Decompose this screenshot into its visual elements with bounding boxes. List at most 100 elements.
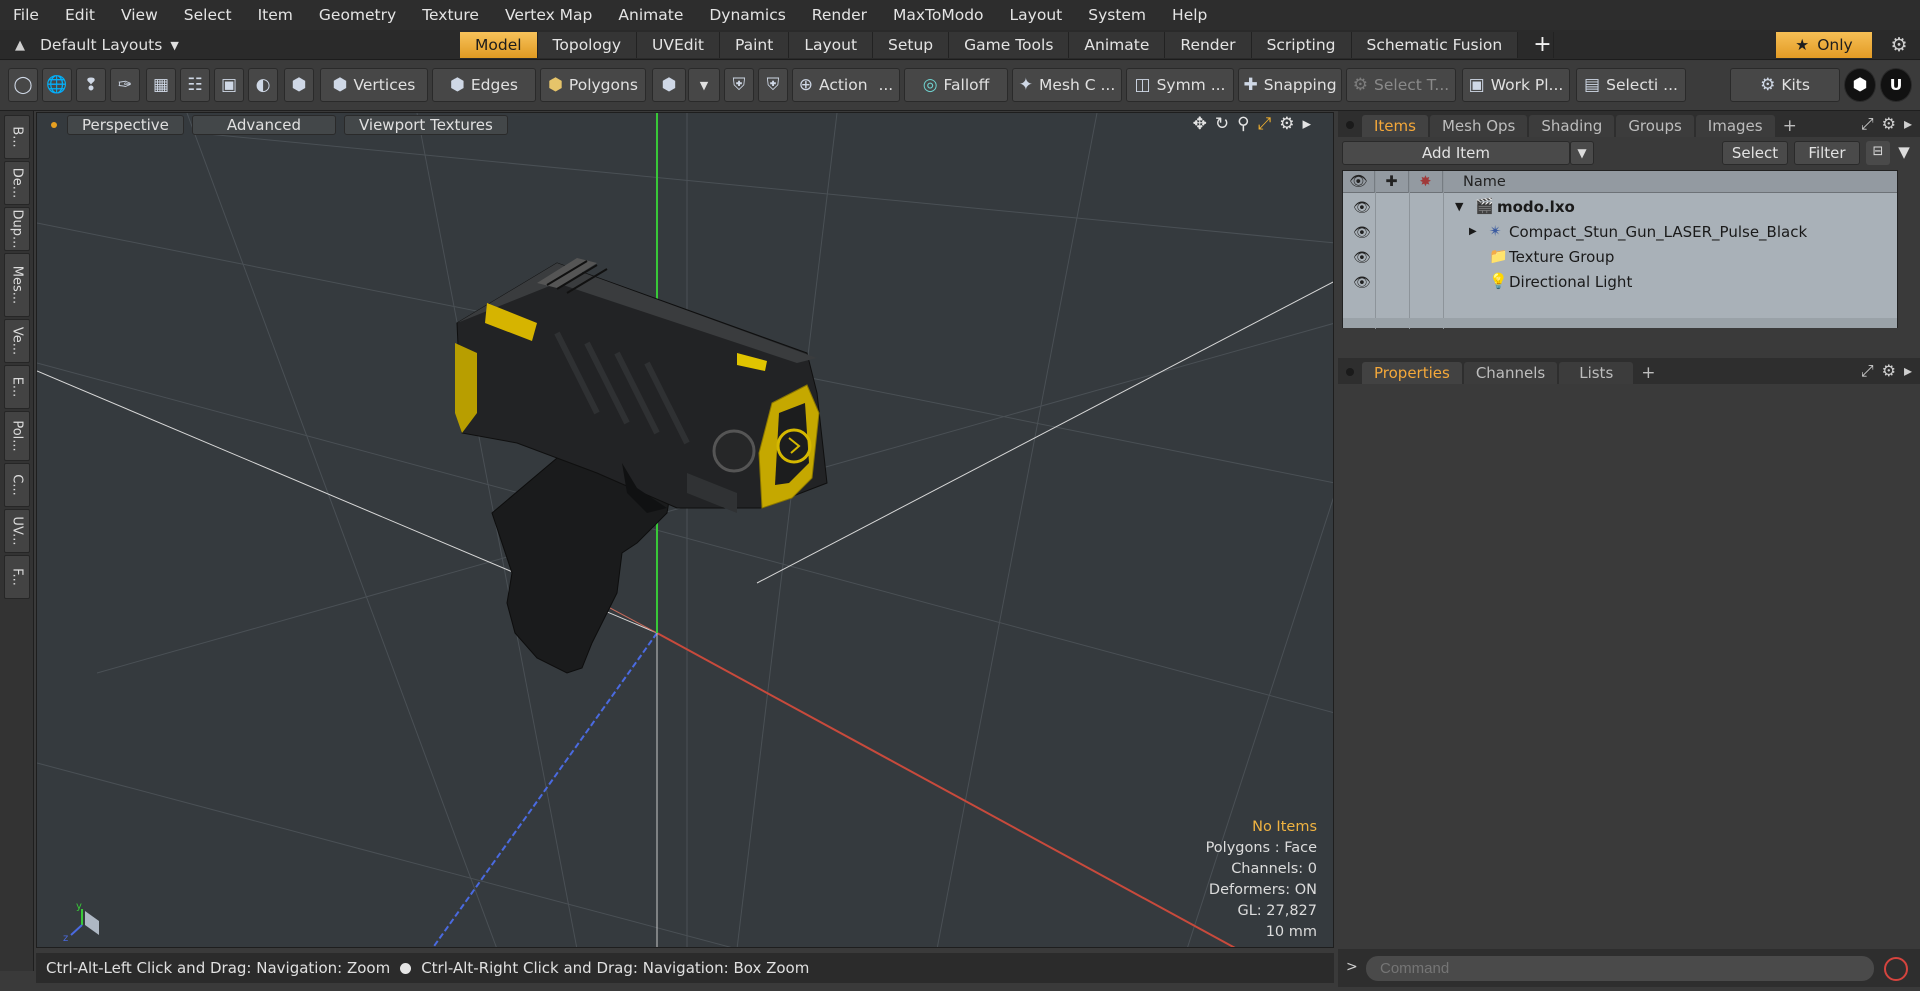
select-button[interactable]: Select: [1722, 141, 1788, 165]
polygons-button[interactable]: ⬢ Polygons: [540, 68, 646, 102]
tab-lists[interactable]: Lists: [1559, 362, 1634, 384]
edges-button[interactable]: ⬢ Edges: [432, 68, 536, 102]
tab-render[interactable]: Render: [1165, 32, 1252, 58]
expand-triangle-icon[interactable]: ▶: [1469, 226, 1477, 237]
tab-uvedit[interactable]: UVEdit: [637, 32, 720, 58]
menu-edit[interactable]: Edit: [52, 6, 108, 24]
viewport-menu-dot-icon[interactable]: [51, 122, 57, 128]
tab-channels[interactable]: Channels: [1463, 362, 1558, 384]
left-tab-deform[interactable]: De...: [4, 161, 30, 205]
menu-file[interactable]: File: [0, 6, 52, 24]
tab-properties[interactable]: Properties: [1362, 362, 1462, 384]
move-icon[interactable]: ✥: [1193, 114, 1207, 134]
add-tab-plus-icon[interactable]: +: [1518, 32, 1555, 58]
tab-paint[interactable]: Paint: [719, 32, 790, 58]
bridge-icon[interactable]: ▦: [146, 68, 176, 102]
menu-maxtomodo[interactable]: MaxToModo: [880, 6, 997, 24]
material-mode-icon[interactable]: ⬢: [652, 68, 686, 102]
mesh-constraint-button[interactable]: ✦ Mesh C ...: [1012, 68, 1122, 102]
vertices-button[interactable]: ⬢ Vertices: [320, 68, 428, 102]
tab-setup[interactable]: Setup: [873, 32, 950, 58]
menu-view[interactable]: View: [108, 6, 171, 24]
grid-icon[interactable]: ☷: [180, 68, 210, 102]
unity-icon[interactable]: ⬢: [1844, 68, 1876, 102]
sphere-icon[interactable]: ◐: [248, 68, 278, 102]
stun-gun-model[interactable]: [455, 258, 828, 674]
tab-animate[interactable]: Animate: [1069, 32, 1166, 58]
menu-render[interactable]: Render: [799, 6, 880, 24]
left-tab-uv[interactable]: UV...: [4, 509, 30, 553]
left-tab-curve[interactable]: C...: [4, 463, 30, 507]
tab-topology[interactable]: Topology: [537, 32, 637, 58]
left-tab-edge[interactable]: E...: [4, 365, 30, 409]
funnel-filter-icon[interactable]: ▼: [1892, 141, 1916, 165]
left-tab-vertex[interactable]: Ve...: [4, 319, 30, 363]
collapse-triangle-icon[interactable]: ▼: [1455, 200, 1463, 213]
rotate-icon[interactable]: ↻: [1215, 114, 1229, 134]
tree-row-mesh[interactable]: 👁 ▶ ✴ Compact_Stun_Gun_LASER_Pulse_Black: [1343, 220, 1897, 245]
record-macro-icon[interactable]: [1884, 957, 1908, 981]
3d-viewport[interactable]: y z Perspective Advanced Viewport Textur…: [36, 112, 1334, 948]
collapse-all-icon[interactable]: ⊟: [1866, 141, 1890, 165]
left-tab-mesh-edit[interactable]: Mes...: [4, 253, 30, 317]
menu-item[interactable]: Item: [245, 6, 306, 24]
name-column-header[interactable]: Name: [1449, 171, 1506, 193]
loop-icon[interactable]: ▣: [214, 68, 244, 102]
action-center-button[interactable]: ⊕ Action ...: [792, 68, 900, 102]
left-tab-polygon[interactable]: Pol...: [4, 411, 30, 461]
add-panel-tab-icon[interactable]: +: [1777, 115, 1803, 137]
perspective-button[interactable]: Perspective: [67, 115, 184, 135]
add-item-dropdown-icon[interactable]: ▼: [1570, 141, 1594, 165]
tree-row-texture-group[interactable]: 👁 📁 Texture Group: [1343, 245, 1897, 270]
menu-system[interactable]: System: [1075, 6, 1159, 24]
layout-dropdown[interactable]: ▲ Default Layouts ▼: [8, 30, 179, 60]
panel-arrow-icon[interactable]: ▸: [1904, 114, 1912, 134]
left-tab-fusion[interactable]: F...: [4, 555, 30, 599]
axes-column-icon[interactable]: ✸: [1409, 171, 1443, 193]
menu-vertex-map[interactable]: Vertex Map: [492, 6, 605, 24]
menu-layout[interactable]: Layout: [997, 6, 1076, 24]
viewport-textures-button[interactable]: Viewport Textures: [343, 115, 508, 135]
eye-icon[interactable]: 👁: [1353, 225, 1371, 241]
tab-layout[interactable]: Layout: [789, 32, 874, 58]
tab-items[interactable]: Items: [1362, 115, 1428, 137]
panel-arrow-icon[interactable]: ▸: [1904, 361, 1912, 381]
globe-icon[interactable]: 🌐: [42, 68, 72, 102]
unreal-icon[interactable]: U: [1880, 68, 1912, 102]
zoom-icon[interactable]: ⚲: [1237, 114, 1249, 134]
menu-help[interactable]: Help: [1159, 6, 1220, 24]
shield-alt-icon[interactable]: ⛨: [758, 68, 788, 102]
menu-select[interactable]: Select: [171, 6, 245, 24]
command-input[interactable]: [1366, 956, 1874, 981]
add-item-button[interactable]: Add Item: [1342, 141, 1570, 165]
maximize-icon[interactable]: ⤢: [1258, 114, 1272, 134]
shading-advanced-button[interactable]: Advanced: [191, 115, 336, 135]
lasso-icon[interactable]: ❢: [76, 68, 106, 102]
tab-images[interactable]: Images: [1695, 115, 1775, 137]
chevron-down-icon[interactable]: ▼: [688, 68, 720, 102]
tab-model[interactable]: Model: [460, 32, 538, 58]
tab-groups[interactable]: Groups: [1616, 115, 1694, 137]
menu-dynamics[interactable]: Dynamics: [696, 6, 798, 24]
circle-select-icon[interactable]: ◯: [8, 68, 38, 102]
menu-texture[interactable]: Texture: [409, 6, 492, 24]
viewport-gear-icon[interactable]: ⚙: [1279, 114, 1294, 134]
shield-icon[interactable]: ⛨: [724, 68, 754, 102]
tab-game-tools[interactable]: Game Tools: [949, 32, 1070, 58]
brush-icon[interactable]: ✑: [110, 68, 140, 102]
tab-scripting[interactable]: Scripting: [1251, 32, 1352, 58]
work-plane-button[interactable]: ▣ Work Pl...: [1462, 68, 1570, 102]
tree-row-scene[interactable]: 👁 ▼ 🎬 modo.lxo: [1343, 195, 1897, 220]
panel-menu-dot-icon[interactable]: [1346, 121, 1354, 129]
collapse-arrow-icon[interactable]: ▲: [8, 38, 32, 53]
left-tab-basic[interactable]: B...: [4, 115, 30, 159]
play-triangle-icon[interactable]: ▸: [1302, 114, 1311, 134]
tree-row-light[interactable]: 👁 💡 Directional Light: [1343, 270, 1897, 295]
eye-icon[interactable]: 👁: [1353, 200, 1371, 216]
symmetry-button[interactable]: ◫ Symm ...: [1126, 68, 1234, 102]
gear-icon[interactable]: ⚙: [1884, 32, 1914, 58]
expand-icon[interactable]: ⤢: [1861, 361, 1874, 381]
selection-sets-button[interactable]: ▤ Selecti ...: [1576, 68, 1686, 102]
panel-menu-dot-icon[interactable]: [1346, 368, 1354, 376]
tab-shading[interactable]: Shading: [1529, 115, 1615, 137]
